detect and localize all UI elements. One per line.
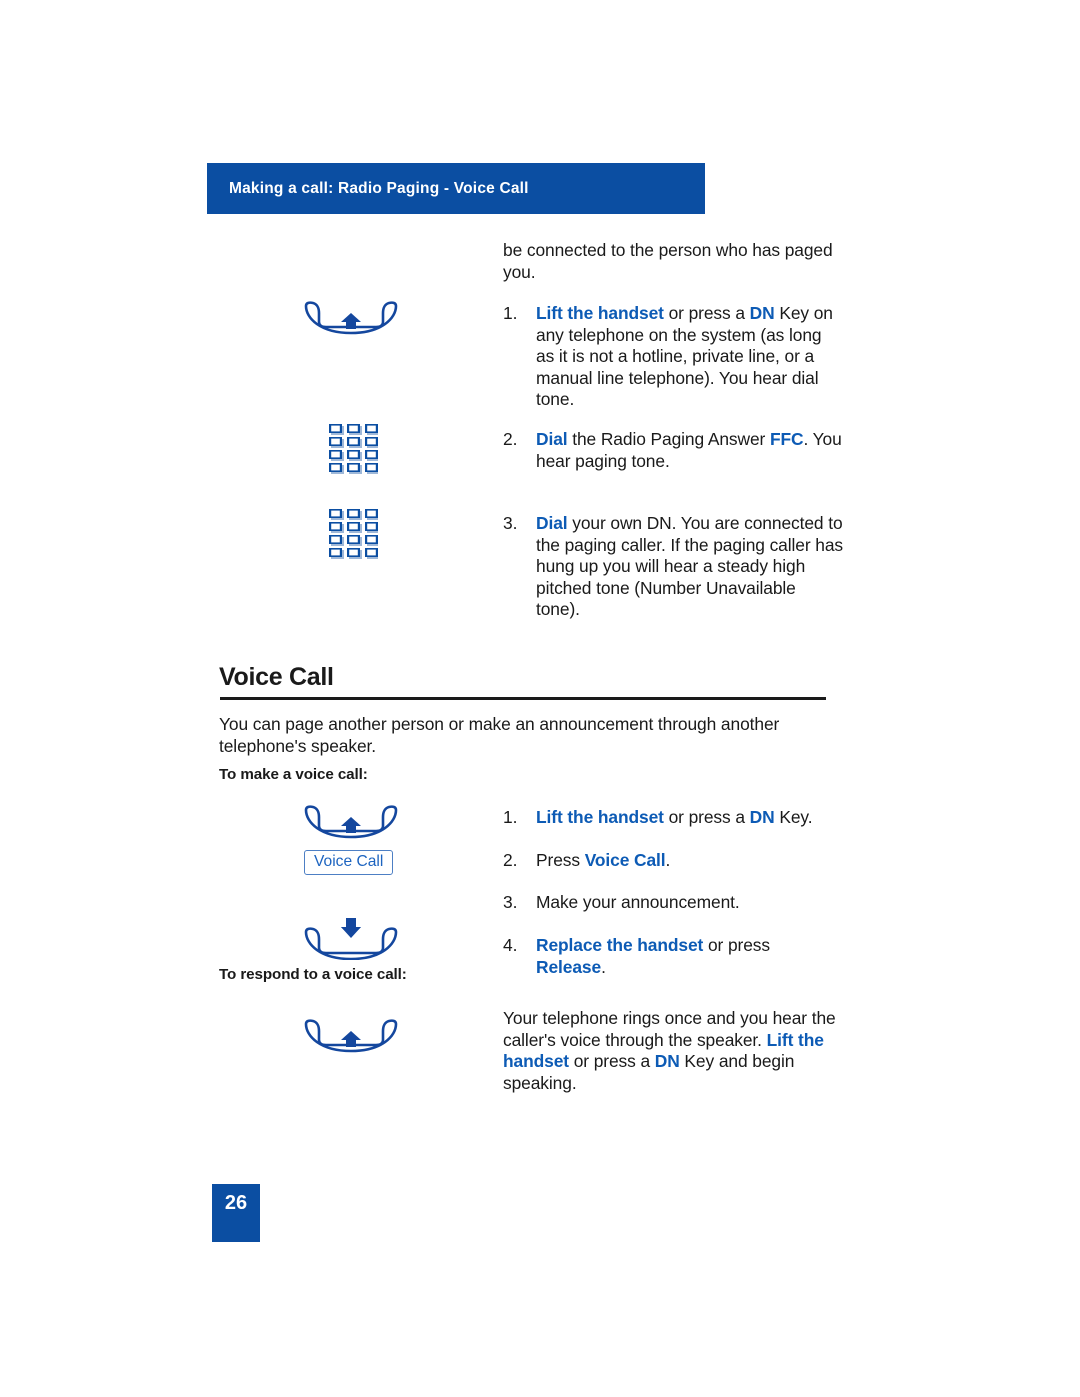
lift-handset-icon bbox=[302, 300, 400, 336]
step-text-part: or press bbox=[703, 935, 770, 955]
step-text-part: Dial bbox=[536, 429, 568, 449]
step-text-part: . bbox=[601, 956, 606, 977]
step-row: 4. Replace the handset or press Release. bbox=[503, 935, 843, 978]
document-page: Making a call: Radio Paging - Voice Call… bbox=[0, 0, 1080, 1397]
intro-paragraph: be connected to the person who has paged… bbox=[503, 240, 838, 283]
step-text: Press Voice Call. bbox=[536, 850, 843, 872]
section-description: You can page another person or make an a… bbox=[219, 714, 780, 756]
step-text-part: or press a bbox=[663, 303, 750, 323]
step-text: Make your announcement. bbox=[536, 892, 740, 912]
step-text-part: Voice Call bbox=[584, 850, 666, 870]
intro-paragraph-line1: be connected to the person who has paged bbox=[503, 240, 833, 260]
step-number: 1. bbox=[503, 807, 518, 827]
step-text: Replace the handset or press Release. bbox=[536, 935, 843, 978]
step-text-part: . bbox=[665, 850, 671, 870]
section-divider bbox=[220, 697, 826, 700]
step-text-part: Lift the handset bbox=[536, 303, 664, 323]
step-text-part: Release bbox=[536, 956, 602, 977]
step-text-part: Replace the handset bbox=[536, 935, 704, 955]
step-text-part: Dial bbox=[536, 513, 568, 533]
dial-keypad-icon bbox=[328, 508, 378, 560]
step-number: 2. bbox=[503, 850, 518, 870]
step-text-part: Key. bbox=[774, 807, 813, 827]
step-number: 1. bbox=[503, 303, 518, 323]
step-row: 2. Press Voice Call. bbox=[503, 850, 843, 872]
step-text-part: or press a bbox=[663, 807, 750, 827]
respond-voice-call-label: To respond to a voice call: bbox=[219, 966, 407, 983]
lift-handset-icon bbox=[302, 804, 400, 840]
step-row: 1. Lift the handset or press a DN Key. bbox=[503, 807, 843, 829]
page-number: 26 bbox=[224, 1192, 248, 1214]
respond-paragraph-part: or press a bbox=[568, 1051, 655, 1072]
step-text-part: your own DN. You are connected to the pa… bbox=[536, 513, 844, 620]
step-text-part: FFC bbox=[769, 429, 804, 449]
step-row: 1. Lift the handset or press a DN Key on… bbox=[503, 303, 843, 411]
page-title: Voice Call bbox=[219, 663, 334, 691]
step-text-part: Press bbox=[536, 850, 585, 870]
step-text: Lift the handset or press a DN Key on an… bbox=[536, 303, 843, 411]
step-text: Dial your own DN. You are connected to t… bbox=[536, 513, 843, 621]
step-row: 3. Dial your own DN. You are connected t… bbox=[503, 513, 843, 621]
step-row: 3. Make your announcement. bbox=[503, 892, 843, 914]
step-text-part: Lift the handset bbox=[536, 807, 664, 827]
step-row: 2. Dial the Radio Paging Answer FFC. You… bbox=[503, 429, 843, 472]
make-voice-call-label: To make a voice call: bbox=[219, 766, 368, 783]
page-number-block: 26 bbox=[212, 1184, 260, 1242]
respond-paragraph: Your telephone rings once and you hear t… bbox=[503, 1008, 843, 1094]
step-text: Lift the handset or press a DN Key. bbox=[536, 807, 843, 829]
step-text-part: DN bbox=[749, 303, 775, 323]
step-text: Dial the Radio Paging Answer FFC. You he… bbox=[536, 429, 843, 472]
intro-paragraph-line2: you. bbox=[503, 261, 536, 282]
step-number: 4. bbox=[503, 935, 518, 955]
replace-handset-icon bbox=[302, 918, 400, 960]
voice-call-key-icon[interactable]: Voice Call bbox=[304, 850, 394, 875]
step-number: 3. bbox=[503, 892, 518, 912]
step-number: 2. bbox=[503, 429, 518, 449]
dial-keypad-icon bbox=[328, 423, 378, 475]
step-number: 3. bbox=[503, 513, 518, 533]
step-text-part: the Radio Paging Answer bbox=[567, 429, 770, 449]
lift-handset-icon bbox=[302, 1018, 400, 1054]
step-text-part: DN bbox=[749, 807, 775, 827]
breadcrumb: Making a call: Radio Paging - Voice Call bbox=[229, 179, 529, 197]
respond-paragraph-part: DN bbox=[654, 1051, 680, 1072]
running-header-bar: Making a call: Radio Paging - Voice Call bbox=[207, 163, 705, 214]
